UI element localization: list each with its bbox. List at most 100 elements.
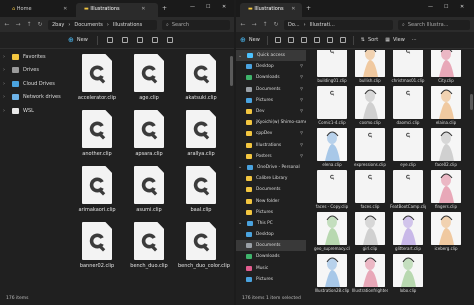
file-thumbnail[interactable]: glitterart.clip [390,212,426,251]
file-thumbnail[interactable]: City.clip [428,50,464,83]
sidebar-item-drives[interactable]: › Drives [0,64,62,78]
copy-icon[interactable] [121,37,128,43]
more-icon[interactable]: ··· [412,37,417,43]
file-thumbnail[interactable]: cosmo.clip [352,86,388,125]
copy-icon[interactable] [287,37,294,43]
sidebar-item-desktop[interactable]: Desktop ⚲ [236,61,306,72]
file-thumbnail[interactable]: christmas01.clip [390,50,426,83]
paste-icon[interactable] [136,37,143,43]
minimize-icon[interactable]: — [428,4,433,10]
file-thumbnail[interactable]: Illustrationfrighted... [352,254,388,293]
file-item[interactable]: asumi.clip [126,166,172,213]
file-thumbnail[interactable]: face02.clip [428,128,464,167]
up-icon[interactable]: ↑ [26,21,32,28]
sidebar-item-calibre-library[interactable]: Calibre Library [236,173,306,184]
sidebar-item-illustrations[interactable]: Illustrations ⚲ [236,140,306,151]
sidebar-item-documents[interactable]: Documents [236,240,306,252]
new-tab-icon[interactable]: + [162,5,167,12]
sidebar-item-cppdev[interactable]: cppDev ⚲ [236,128,306,139]
file-item[interactable]: accelerator.clip [74,54,120,101]
file-item[interactable]: apsara.clip [126,110,172,157]
sort-button[interactable]: ⇅ Sort [361,37,378,43]
file-thumbnail[interactable]: Illustration28.clip [314,254,350,293]
delete-icon[interactable] [339,37,346,43]
file-thumbnail[interactable]: FeatBootCamp.clip [390,170,426,209]
close-icon[interactable]: ✕ [63,6,67,12]
sidebar-item-downloads[interactable]: Downloads [236,251,306,262]
maximize-icon[interactable]: ☐ [444,4,448,10]
sidebar-item-pictures[interactable]: Pictures [236,274,306,285]
breadcrumb-item[interactable]: Illustrati... [310,22,335,28]
file-thumbnail[interactable]: lobo.clip [390,254,426,293]
close-icon[interactable]: ✕ [141,6,145,12]
breadcrumb[interactable]: Do... › Illustrati... [284,19,393,30]
sidebar-item-network-drives[interactable]: › Network drives [0,91,62,105]
back-icon[interactable]: ← [240,21,246,28]
sidebar-item-documents[interactable]: Documents [236,184,306,195]
delete-icon[interactable] [166,37,173,43]
view-button[interactable]: ▦ View [385,37,405,43]
rename-icon[interactable] [151,37,158,43]
new-tab-icon[interactable]: + [306,5,311,12]
sidebar-item-quick-access[interactable]: ⌄ Quick access [236,50,306,62]
file-item[interactable]: age.clip [126,54,172,101]
paste-icon[interactable] [300,37,307,43]
back-icon[interactable]: ← [4,21,10,28]
forward-icon[interactable]: → [251,21,257,28]
chevron-right-icon[interactable]: › [3,54,8,60]
search-input[interactable]: ⌕ Search Illustra... [398,19,470,30]
new-button[interactable]: ⊕ New [240,36,260,44]
chevron-right-icon[interactable]: › [3,67,8,73]
rename-icon[interactable] [313,37,320,43]
cut-icon[interactable] [106,37,113,43]
tab-illustrations[interactable]: ▬ Illustrations ✕ [76,3,158,17]
tab-home[interactable]: ⌂ Home ✕ [4,3,74,17]
sidebar-item-documents[interactable]: Documents ⚲ [236,84,306,95]
new-button[interactable]: ⊕ New [68,36,88,44]
chevron-down-icon[interactable]: ⌄ [238,220,243,226]
sidebar-item-pictures[interactable]: Pictures ⚲ [236,95,306,106]
sidebar-item-downloads[interactable]: Downloads ⚲ [236,72,306,83]
share-icon[interactable] [326,37,333,43]
breadcrumb-item[interactable]: Illustrations [113,22,142,28]
sidebar-item-wsl[interactable]: › WSL [0,104,62,118]
file-thumbnail[interactable]: geo_supremacy.clip [314,212,350,251]
file-thumbnail[interactable]: daomci.clip [390,86,426,125]
file-item[interactable]: bench_duo_color.clip [178,222,230,269]
sidebar-item-jkyoichi-w-shimo-same[interactable]: jKyoichi(w) Shimo-same⚲ [236,117,306,128]
file-item[interactable]: banner02.clip [74,222,120,269]
file-thumbnail[interactable]: Comic1-4.clip [314,86,350,125]
chevron-right-icon[interactable]: › [3,108,8,114]
file-thumbnail[interactable]: faces.clip [352,170,388,209]
file-item[interactable]: arimakaori.clip [74,166,120,213]
file-thumbnail[interactable]: bullish.clip [352,50,388,83]
file-item[interactable]: bench_duo.clip [126,222,172,269]
file-item[interactable]: arallya.clip [178,110,224,157]
file-thumbnail[interactable]: fingers.clip [428,170,464,209]
forward-icon[interactable]: → [15,21,21,28]
file-thumbnail[interactable]: building01.clip [314,50,350,83]
close-window-icon[interactable]: ✕ [460,4,464,10]
close-window-icon[interactable]: ✕ [222,4,226,10]
file-item[interactable]: baal.clip [178,166,224,213]
sidebar-item-new-folder[interactable]: New folder [236,195,306,206]
breadcrumb[interactable]: 2bay › Documents › Illustrations [48,19,157,30]
sidebar-item-favorites[interactable]: › Favorites [0,50,62,64]
sidebar-item-this-pc[interactable]: ⌄ This PC [236,218,306,229]
sidebar-item-onedrive-personal[interactable]: ⌄ OneDrive - Personal [236,162,306,173]
file-item[interactable]: another.clip [74,110,120,157]
file-thumbnail[interactable]: iceberg.clip [428,212,464,251]
file-thumbnail[interactable]: eye.clip [390,128,426,167]
sidebar-item-dev[interactable]: Dev ⚲ [236,106,306,117]
scrollbar[interactable] [230,56,233,86]
breadcrumb-item[interactable]: Do... [288,22,300,28]
file-thumbnail[interactable]: faces - Copy.clip [314,170,350,209]
tab-illustrations[interactable]: ▬ Illustrations ✕ [240,3,302,17]
chevron-right-icon[interactable]: › [3,81,8,87]
maximize-icon[interactable]: ☐ [206,4,210,10]
chevron-down-icon[interactable]: ⌄ [238,53,243,59]
close-icon[interactable]: ✕ [291,6,295,12]
up-icon[interactable]: ↑ [262,21,268,28]
minimize-icon[interactable]: — [190,4,195,10]
breadcrumb-item[interactable]: Documents [74,22,103,28]
